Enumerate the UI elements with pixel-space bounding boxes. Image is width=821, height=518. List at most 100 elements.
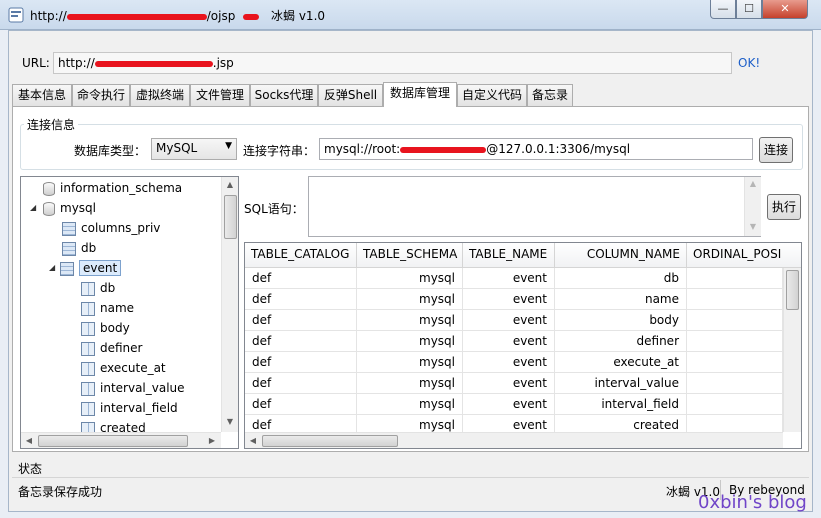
tree-node-label: definer [100, 341, 143, 355]
sql-scrollbar[interactable]: ▲ ▼ [744, 177, 761, 236]
scroll-left-arrow-icon[interactable]: ◀ [21, 436, 37, 445]
table-cell: mysql [357, 310, 463, 331]
table-cell: event [463, 394, 555, 415]
tab-virtual-terminal[interactable]: 虚拟终端 [130, 84, 190, 106]
result-grid[interactable]: TABLE_CATALOG TABLE_SCHEMA TABLE_NAME CO… [244, 242, 802, 449]
conn-string-field[interactable]: mysql://root: @127.0.0.1:3306/mysql [319, 138, 753, 160]
tab-basic-info[interactable]: 基本信息 [12, 84, 72, 106]
table-cell: event [463, 373, 555, 394]
table-cell: def [245, 352, 357, 373]
table-cell [687, 289, 783, 310]
column-header[interactable]: COLUMN_NAME [555, 243, 687, 268]
scroll-thumb[interactable] [224, 195, 237, 239]
table-cell: event [463, 289, 555, 310]
table-row[interactable]: def mysql event definer [245, 331, 783, 352]
table-row[interactable]: def mysql event name [245, 289, 783, 310]
redaction-mark [400, 146, 487, 153]
scroll-down-arrow-icon[interactable]: ▼ [222, 417, 238, 426]
url-field[interactable]: http:// .jsp [53, 52, 732, 74]
column-icon [81, 401, 95, 416]
tree-node-columns-priv[interactable]: columns_priv [62, 219, 160, 237]
tree-node-label: db [100, 281, 116, 295]
scroll-thumb[interactable] [786, 270, 799, 310]
scroll-up-arrow-icon[interactable]: ▲ [745, 179, 761, 188]
tab-memo[interactable]: 备忘录 [527, 84, 573, 106]
ok-link[interactable]: OK! [738, 56, 760, 70]
scroll-thumb[interactable] [262, 435, 398, 447]
minimize-button[interactable]: — [710, 0, 736, 19]
close-button[interactable]: ✕ [762, 0, 808, 19]
tab-reverse-shell[interactable]: 反弹Shell [318, 84, 383, 106]
collapse-arrow-icon[interactable]: ◢ [30, 203, 36, 212]
scroll-up-arrow-icon[interactable]: ▲ [222, 180, 238, 189]
scroll-down-arrow-icon[interactable]: ▼ [745, 222, 761, 231]
database-tree[interactable]: information_schema ◢ mysql columns_priv … [20, 176, 239, 449]
column-icon [81, 301, 95, 316]
connection-legend: 连接信息 [24, 116, 79, 133]
conn-string-suffix: @127.0.0.1:3306/mysql [486, 142, 631, 156]
tree-node-label: name [100, 301, 135, 315]
tree-node-column[interactable]: execute_at [81, 359, 166, 377]
table-cell: execute_at [555, 352, 687, 373]
db-type-value: MySQL [156, 141, 198, 155]
collapse-arrow-icon[interactable]: ◢ [49, 263, 55, 272]
tab-socks-proxy[interactable]: Socks代理 [250, 84, 318, 106]
grid-horizontal-scrollbar[interactable]: ◀ [245, 432, 783, 448]
tree-node-column[interactable]: interval_field [81, 399, 178, 417]
table-cell: def [245, 289, 357, 310]
column-header[interactable]: TABLE_SCHEMA [357, 243, 463, 268]
table-cell: event [463, 268, 555, 289]
tree-node-column[interactable]: interval_value [81, 379, 185, 397]
tree-node-db[interactable]: db [62, 239, 96, 257]
tab-command-exec[interactable]: 命令执行 [72, 84, 130, 106]
tab-custom-code[interactable]: 自定义代码 [457, 84, 527, 106]
tree-horizontal-scrollbar[interactable]: ◀ ▶ [21, 432, 221, 448]
column-icon [81, 341, 95, 356]
column-header[interactable]: TABLE_NAME [463, 243, 555, 268]
tree-node-column[interactable]: body [81, 319, 130, 337]
tab-database-manager[interactable]: 数据库管理 [383, 82, 457, 107]
tree-node-label: columns_priv [81, 221, 161, 235]
table-icon [62, 221, 76, 236]
tab-file-manager[interactable]: 文件管理 [190, 84, 250, 106]
column-header[interactable]: TABLE_CATALOG [245, 243, 357, 268]
sql-input[interactable]: ▲ ▼ [308, 176, 761, 237]
maximize-button[interactable]: ☐ [736, 0, 762, 19]
status-message: 备忘录保存成功 [18, 485, 103, 499]
redaction-mark [66, 13, 207, 20]
tree-node-information-schema[interactable]: information_schema [43, 179, 182, 197]
sql-label: SQL语句： [244, 202, 304, 216]
scroll-right-arrow-icon[interactable]: ▶ [204, 436, 220, 445]
scroll-thumb[interactable] [38, 435, 188, 447]
column-header[interactable]: ORDINAL_POSI [687, 243, 801, 268]
status-divider [12, 477, 809, 478]
table-cell: event [463, 352, 555, 373]
execute-button[interactable]: 执行 [767, 194, 801, 220]
table-row[interactable]: def mysql event execute_at [245, 352, 783, 373]
conn-string-label: 连接字符串： [243, 144, 316, 158]
scroll-left-arrow-icon[interactable]: ◀ [245, 436, 261, 445]
table-icon [60, 261, 74, 276]
grid-vertical-scrollbar[interactable] [783, 268, 801, 432]
title-url-suffix: /ojsp [206, 9, 236, 23]
table-row[interactable]: def mysql event interval_field [245, 394, 783, 415]
table-row[interactable]: def mysql event db [245, 268, 783, 289]
tree-node-column[interactable]: definer [81, 339, 142, 357]
db-type-select[interactable]: MySQL ▼ [151, 138, 237, 160]
table-cell: body [555, 310, 687, 331]
table-cell [687, 331, 783, 352]
url-label: URL: [22, 56, 50, 70]
table-row[interactable]: def mysql event body [245, 310, 783, 331]
connect-button[interactable]: 连接 [759, 137, 793, 163]
table-cell: definer [555, 331, 687, 352]
tree-node-column[interactable]: name [81, 299, 134, 317]
tree-node-label-selected: event [79, 260, 122, 276]
tree-vertical-scrollbar[interactable]: ▲ ▼ [221, 177, 238, 432]
tree-node-mysql[interactable]: mysql [43, 199, 96, 217]
tree-node-column[interactable]: db [81, 279, 115, 297]
table-row[interactable]: def mysql event interval_value [245, 373, 783, 394]
db-type-label: 数据库类型： [74, 144, 147, 158]
tree-node-event[interactable]: event [60, 259, 122, 277]
tree-node-label: information_schema [60, 181, 183, 195]
table-cell [687, 268, 783, 289]
